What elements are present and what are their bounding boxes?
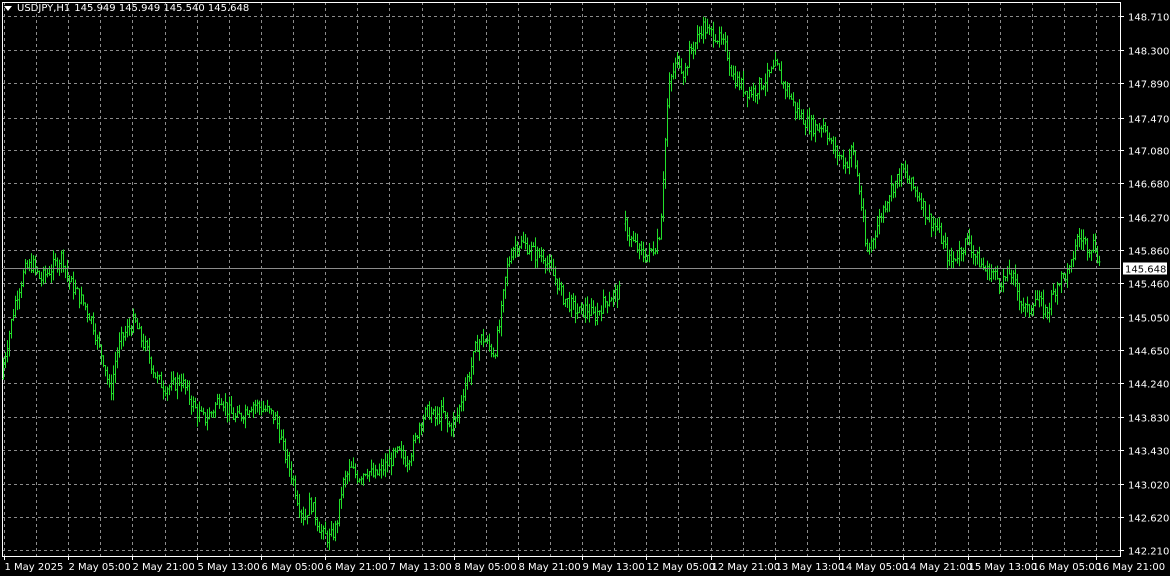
y-tick-label: 143.020 — [1128, 481, 1169, 492]
x-tick-label: 16 May 05:00 — [1033, 562, 1102, 573]
y-tick-label: 142.210 — [1128, 547, 1169, 558]
x-tick-label: 9 May 13:00 — [583, 562, 645, 573]
y-tick-label: 148.710 — [1128, 13, 1169, 24]
y-tick-label: 146.270 — [1128, 214, 1169, 225]
y-tick-label: 144.650 — [1128, 347, 1169, 358]
x-tick-label: 8 May 21:00 — [519, 562, 581, 573]
x-tick-label: 2 May 05:00 — [69, 562, 131, 573]
y-tick-label: 147.080 — [1128, 147, 1169, 158]
x-tick-label: 2 May 21:00 — [133, 562, 195, 573]
x-tick-label: 6 May 21:00 — [326, 562, 388, 573]
y-tick-label: 142.620 — [1128, 514, 1169, 525]
y-tick-label: 146.680 — [1128, 180, 1169, 191]
x-tick-label: 8 May 05:00 — [455, 562, 517, 573]
y-tick-label: 144.240 — [1128, 380, 1169, 391]
y-tick-label: 147.890 — [1128, 80, 1169, 91]
x-tick-label: 12 May 21:00 — [712, 562, 781, 573]
y-tick-label: 145.860 — [1128, 247, 1169, 258]
price-chart[interactable]: 148.710 148.300 147.890 147.470 147.080 146.6… — [0, 0, 1170, 576]
x-tick-label: 15 May 13:00 — [969, 562, 1038, 573]
x-tick-label: 16 May 21:00 — [1097, 562, 1166, 573]
chart-frame — [2, 2, 1121, 557]
x-tick-label: 6 May 05:00 — [262, 562, 324, 573]
x-tick-label: 1 May 2025 — [5, 562, 64, 573]
current-price-label: 145.648 — [1125, 265, 1166, 276]
x-tick-label: 14 May 21:00 — [904, 562, 973, 573]
y-tick-label: 145.050 — [1128, 314, 1169, 325]
y-tick-label: 143.830 — [1128, 414, 1169, 425]
y-tick-label: 143.430 — [1128, 447, 1169, 458]
x-tick-label: 14 May 05:00 — [840, 562, 909, 573]
y-tick-label: 148.300 — [1128, 47, 1169, 58]
x-tick-label: 12 May 05:00 — [647, 562, 716, 573]
y-tick-label: 147.470 — [1128, 115, 1169, 126]
x-tick-label: 13 May 13:00 — [776, 562, 845, 573]
x-tick-label: 7 May 13:00 — [390, 562, 452, 573]
y-tick-label: 145.460 — [1128, 280, 1169, 291]
x-tick-label: 5 May 13:00 — [198, 562, 260, 573]
